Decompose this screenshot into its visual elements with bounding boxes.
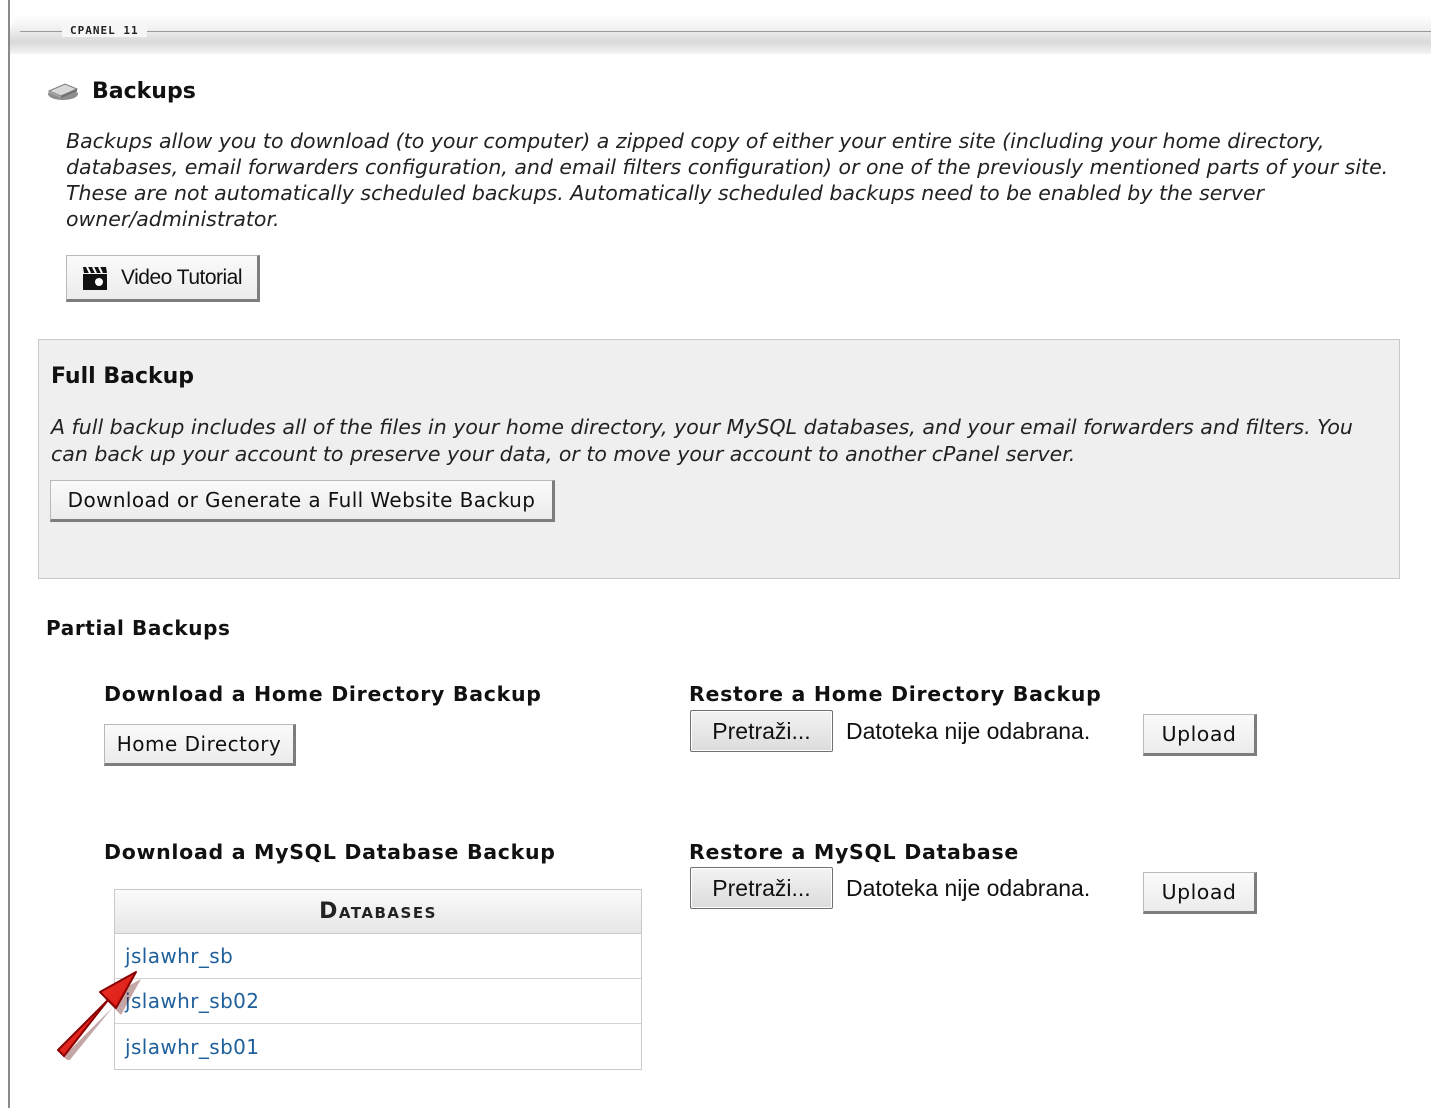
home-download-title: Download a Home Directory Backup (104, 682, 542, 706)
cpanel-brand-label: CPANEL 11 (62, 24, 147, 37)
mysql-restore-file-input: Pretraži... Datoteka nije odabrana. (690, 866, 1090, 910)
home-restore-title: Restore a Home Directory Backup (689, 682, 1102, 706)
mysql-restore-browse-button[interactable]: Pretraži... (690, 867, 833, 909)
video-tutorial-button[interactable]: Video Tutorial (66, 255, 260, 302)
home-restore-browse-button[interactable]: Pretraži... (690, 710, 833, 752)
mysql-download-title: Download a MySQL Database Backup (104, 840, 556, 864)
page-heading: Backups (92, 78, 196, 104)
home-restore-upload-button[interactable]: Upload (1143, 714, 1257, 756)
mysql-restore-file-status: Datoteka nije odabrana. (846, 874, 1091, 901)
video-tutorial-label: Video Tutorial (121, 265, 243, 289)
database-link-jslawhr-sb02[interactable]: jslawhr_sb02 (115, 979, 641, 1024)
full-backup-panel: Full Backup A full backup includes all o… (38, 339, 1400, 579)
home-restore-file-status: Datoteka nije odabrana. (846, 717, 1091, 744)
left-border (8, 0, 10, 1108)
full-backup-description: A full backup includes all of the files … (51, 415, 1353, 466)
mysql-restore-upload-button[interactable]: Upload (1143, 872, 1257, 914)
database-link-jslawhr-sb[interactable]: jslawhr_sb (115, 934, 641, 979)
full-backup-title: Full Backup (51, 364, 195, 389)
intro-text: Backups allow you to download (to your c… (66, 129, 1389, 231)
databases-table: Databases jslawhr_sb jslawhr_sb02 jslawh… (114, 889, 642, 1070)
mysql-restore-title: Restore a MySQL Database (689, 840, 1019, 864)
home-restore-file-input: Pretraži... Datoteka nije odabrana. (690, 709, 1090, 753)
databases-table-header: Databases (115, 890, 641, 934)
disk-icon (47, 83, 79, 100)
full-backup-button[interactable]: Download or Generate a Full Website Back… (50, 480, 555, 522)
page-title: Backups (46, 76, 196, 106)
partial-backups-title: Partial Backups (46, 616, 231, 640)
cpanel-header-band: CPANEL 11 (10, 14, 1431, 54)
header-rule (20, 31, 1431, 32)
clapperboard-icon (83, 266, 107, 290)
red-arrow-icon (57, 971, 141, 1060)
database-link-jslawhr-sb01[interactable]: jslawhr_sb01 (115, 1024, 641, 1069)
home-directory-button[interactable]: Home Directory (104, 724, 296, 766)
